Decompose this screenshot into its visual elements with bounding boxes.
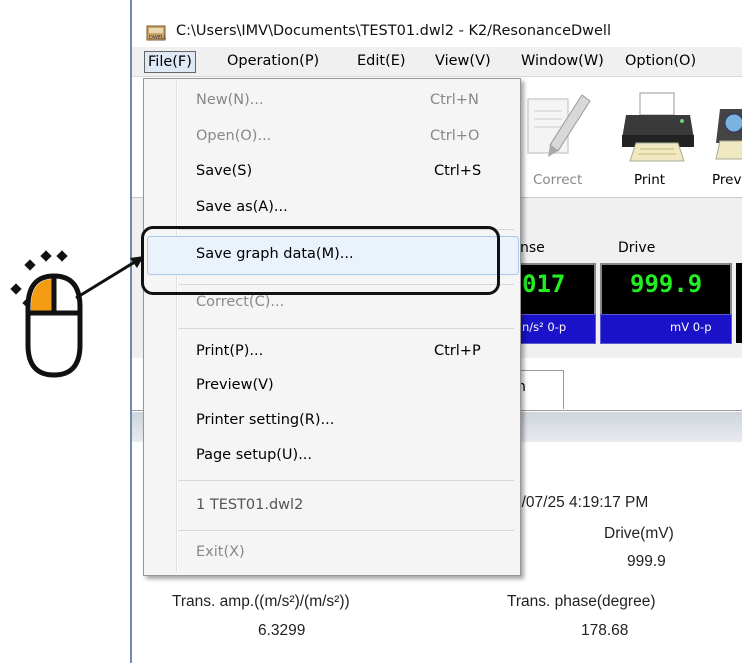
menu-separator — [178, 480, 514, 481]
drive-label: Drive(mV) — [604, 525, 674, 542]
response-unit: n/s² 0-p — [522, 320, 567, 334]
menu-item-correct[interactable]: Correct(C)... — [196, 294, 284, 310]
menu-edit[interactable]: Edit(E) — [354, 52, 409, 70]
menu-gutter — [176, 81, 178, 571]
menu-view[interactable]: View(V) — [432, 52, 494, 70]
printer-icon[interactable] — [620, 91, 696, 163]
drive-unit-bar — [600, 314, 732, 344]
menu-item-preview[interactable]: Preview(V) — [196, 377, 274, 393]
menu-file[interactable]: File(F) — [144, 51, 196, 73]
menu-separator — [178, 328, 514, 329]
shortcut-open: Ctrl+O — [430, 128, 480, 144]
menu-item-save[interactable]: Save(S) — [196, 163, 252, 179]
drive-value: 999.9 — [627, 553, 666, 570]
response-meter-value: 017 — [522, 270, 566, 298]
drive-unit: mV 0-p — [670, 320, 712, 334]
trans-amp-value: 6.3299 — [258, 622, 306, 639]
menu-item-save-as[interactable]: Save as(A)... — [196, 199, 288, 215]
title-bar: DWELL C:\Users\IMV\Documents\TEST01.dwl2… — [132, 10, 742, 46]
shortcut-new: Ctrl+N — [430, 92, 479, 108]
menu-item-recent-file[interactable]: 1 TEST01.dwl2 — [196, 497, 303, 513]
menu-item-exit[interactable]: Exit(X) — [196, 544, 245, 560]
timestamp: 3/07/25 4:19:17 PM — [513, 494, 649, 511]
preview-icon[interactable] — [710, 101, 742, 161]
shortcut-print: Ctrl+P — [434, 343, 481, 359]
menu-window[interactable]: Window(W) — [518, 52, 607, 70]
drive-meter-value: 999.9 — [630, 270, 703, 298]
preview-button[interactable]: Prev — [712, 172, 741, 188]
print-button[interactable]: Print — [634, 172, 665, 188]
menu-separator — [178, 530, 514, 531]
drive-meter-title: Drive — [618, 240, 656, 256]
menu-item-new[interactable]: New(N)... — [196, 92, 264, 108]
shortcut-save: Ctrl+S — [434, 163, 482, 179]
menu-item-printer-setting[interactable]: Printer setting(R)... — [196, 412, 334, 428]
menu-bar: File(F) Operation(P) Edit(E) View(V) Win… — [132, 47, 742, 77]
correct-icon[interactable] — [524, 91, 594, 163]
menu-operation[interactable]: Operation(P) — [224, 52, 322, 70]
svg-text:DWELL: DWELL — [149, 35, 166, 41]
trans-phase-label: Trans. phase(degree) — [507, 593, 656, 610]
correct-button[interactable]: Correct — [533, 172, 582, 188]
response-meter-title: nse — [520, 240, 545, 256]
menu-option[interactable]: Option(O) — [622, 52, 699, 70]
menu-item-print[interactable]: Print(P)... — [196, 343, 263, 359]
menu-item-open[interactable]: Open(O)... — [196, 128, 271, 144]
app-icon: DWELL — [146, 25, 166, 41]
menu-item-page-setup[interactable]: Page setup(U)... — [196, 447, 312, 463]
window-title: C:\Users\IMV\Documents\TEST01.dwl2 - K2/… — [176, 23, 611, 39]
mouse-click-icon — [10, 250, 144, 378]
trans-amp-label: Trans. amp.((m/s²)/(m/s²)) — [172, 593, 350, 610]
highlight-frame — [141, 226, 500, 295]
next-meter-edge — [736, 263, 742, 343]
trans-phase-value: 178.68 — [581, 622, 629, 639]
